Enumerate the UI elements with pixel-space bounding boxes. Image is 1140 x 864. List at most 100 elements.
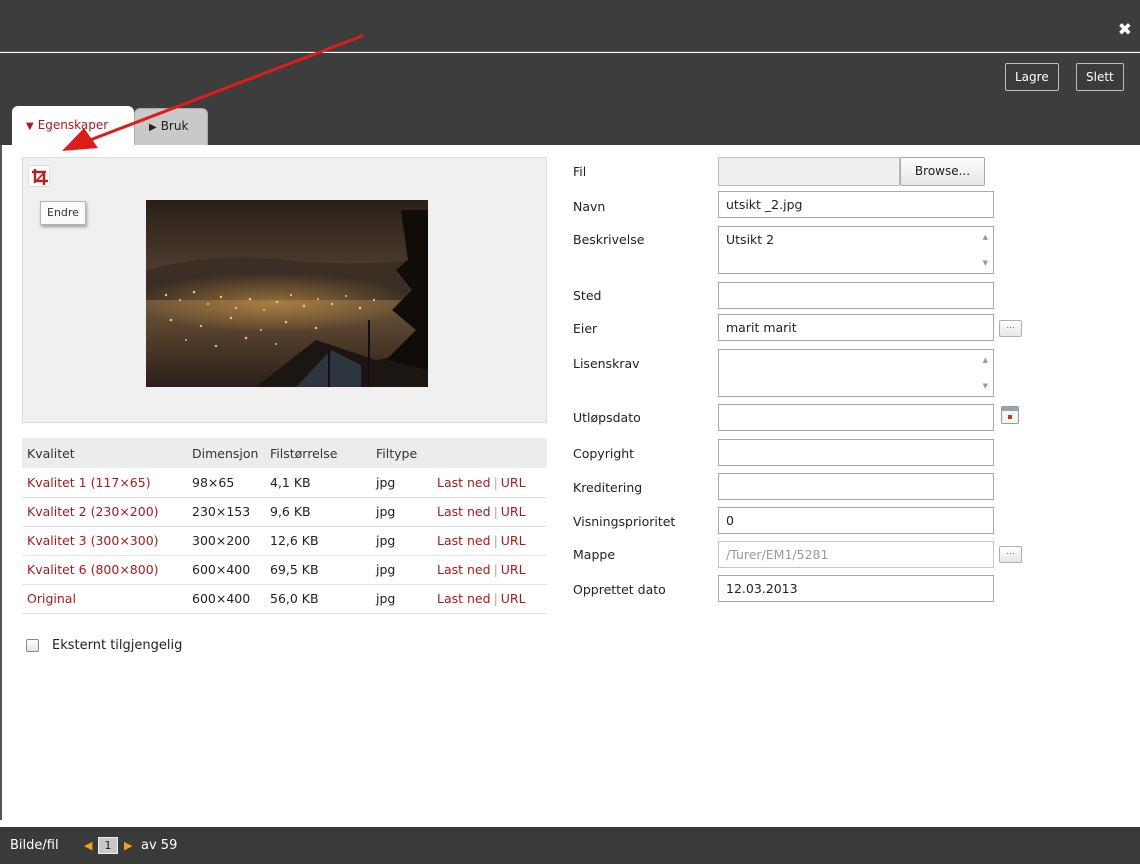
page-number-input[interactable]: 1 xyxy=(98,837,118,854)
quality-link[interactable]: Kvalitet 6 (800×800) xyxy=(27,562,159,577)
beskrivelse-label: Beskrivelse xyxy=(573,232,645,247)
scroll-down-icon[interactable]: ▼ xyxy=(983,259,988,267)
triangle-down-icon: ▼ xyxy=(26,121,34,132)
filesize-cell: 56,0 KB xyxy=(265,584,371,614)
opprettet-input[interactable]: 12.03.2013 xyxy=(718,575,994,602)
download-link[interactable]: Last ned xyxy=(437,475,491,490)
dimension-cell: 600×400 xyxy=(187,584,265,614)
crop-icon[interactable] xyxy=(28,165,50,187)
column-header-dimension: Dimensjon xyxy=(187,438,265,468)
filesize-cell: 69,5 KB xyxy=(265,555,371,585)
tab-bruk[interactable]: ▶ Bruk xyxy=(134,108,208,145)
dimension-cell: 300×200 xyxy=(187,526,265,556)
scroll-down-icon[interactable]: ▼ xyxy=(983,382,988,390)
column-header-filesize: Filstørrelse xyxy=(265,438,371,468)
quality-link[interactable]: Kvalitet 3 (300×300) xyxy=(27,533,159,548)
image-preview-panel: Endre xyxy=(22,157,547,423)
external-access-option[interactable]: Eksternt tilgjengelig xyxy=(26,638,182,653)
mappe-picker-button[interactable]: ... xyxy=(999,546,1022,563)
lisenskrav-textarea[interactable]: ▲ ▼ xyxy=(718,349,994,397)
beskrivelse-textarea[interactable]: Utsikt 2 ▲ ▼ xyxy=(718,226,994,274)
column-header-quality: Kvalitet xyxy=(22,438,187,468)
mappe-input[interactable]: /Turer/EM1/5281 xyxy=(718,541,994,568)
kreditering-input[interactable] xyxy=(718,473,994,500)
filetype-cell: jpg xyxy=(371,497,432,527)
url-link[interactable]: URL xyxy=(501,475,526,490)
link-separator: | xyxy=(493,504,498,519)
prev-page-icon[interactable]: ◀ xyxy=(84,827,92,864)
filetype-cell: jpg xyxy=(371,555,432,585)
dialog-titlebar: ✖ xyxy=(0,0,1140,52)
window-edge xyxy=(0,60,2,820)
download-link[interactable]: Last ned xyxy=(437,591,491,606)
image-thumbnail xyxy=(146,200,428,387)
navn-input[interactable]: utsikt _2.jpg xyxy=(718,191,994,218)
url-link[interactable]: URL xyxy=(501,504,526,519)
link-separator: | xyxy=(493,474,498,490)
opprettet-label: Opprettet dato xyxy=(573,582,666,597)
navn-label: Navn xyxy=(573,199,606,214)
utlopsdato-input[interactable] xyxy=(718,404,994,431)
download-link[interactable]: Last ned xyxy=(437,562,491,577)
link-separator: | xyxy=(493,533,498,548)
visningsprioritet-label: Visningsprioritet xyxy=(573,514,676,529)
mappe-label: Mappe xyxy=(573,547,616,562)
filesize-cell: 9,6 KB xyxy=(265,497,371,527)
quality-link[interactable]: Kvalitet 1 (117×65) xyxy=(27,475,151,490)
dimension-cell: 230×153 xyxy=(187,497,265,527)
browse-button[interactable]: Browse... xyxy=(900,157,985,186)
quality-link[interactable]: Kvalitet 2 (230×200) xyxy=(27,504,159,519)
utlopsdato-label: Utløpsdato xyxy=(573,410,641,425)
beskrivelse-value: Utsikt 2 xyxy=(726,232,775,247)
copyright-input[interactable] xyxy=(718,439,994,466)
download-link[interactable]: Last ned xyxy=(437,533,491,548)
table-row: Kvalitet 3 (300×300) 300×200 12,6 KB jpg… xyxy=(22,526,547,556)
tab-label: Egenskaper xyxy=(37,118,109,132)
visningsprioritet-input[interactable]: 0 xyxy=(718,507,994,534)
url-link[interactable]: URL xyxy=(501,591,526,606)
scroll-up-icon[interactable]: ▲ xyxy=(983,233,988,241)
filesize-cell: 4,1 KB xyxy=(265,468,371,498)
close-icon[interactable]: ✖ xyxy=(1118,22,1132,39)
eier-label: Eier xyxy=(573,321,598,336)
sted-label: Sted xyxy=(573,288,602,303)
table-row: Original 600×400 56,0 KB jpg Last ned | UR… xyxy=(22,584,547,614)
next-page-icon[interactable]: ▶ xyxy=(124,827,132,864)
sted-input[interactable] xyxy=(718,282,994,309)
kreditering-label: Kreditering xyxy=(573,480,643,495)
tab-label: Bruk xyxy=(160,119,189,133)
triangle-right-icon: ▶ xyxy=(149,122,157,133)
pagination-footer: Bilde/fil ◀ 1 ▶ av 59 xyxy=(0,827,1140,864)
eier-input[interactable]: marit marit xyxy=(718,314,994,341)
eier-picker-button[interactable]: ... xyxy=(999,320,1022,337)
external-access-label: Eksternt tilgjengelig xyxy=(52,638,183,653)
tab-egenskaper[interactable]: ▼ Egenskaper xyxy=(12,106,134,145)
scroll-up-icon[interactable]: ▲ xyxy=(983,356,988,364)
table-row: Kvalitet 6 (800×800) 600×400 69,5 KB jpg… xyxy=(22,555,547,585)
table-header-row: Kvalitet Dimensjon Filstørrelse Filtype xyxy=(22,438,547,468)
table-row: Kvalitet 1 (117×65) 98×65 4,1 KB jpg Las… xyxy=(22,468,547,498)
external-access-checkbox[interactable] xyxy=(26,639,39,652)
url-link[interactable]: URL xyxy=(501,533,526,548)
edit-tooltip: Endre xyxy=(40,201,86,225)
dimension-cell: 98×65 xyxy=(187,468,265,498)
quality-table: Kvalitet Dimensjon Filstørrelse Filtype … xyxy=(22,438,547,614)
delete-button[interactable]: Slett xyxy=(1076,63,1124,91)
dimension-cell: 600×400 xyxy=(187,555,265,585)
download-link[interactable]: Last ned xyxy=(437,504,491,519)
column-header-filetype: Filtype xyxy=(371,438,432,468)
footer-label: Bilde/fil xyxy=(10,838,59,853)
quality-link[interactable]: Original xyxy=(27,591,76,606)
filetype-cell: jpg xyxy=(371,584,432,614)
link-separator: | xyxy=(493,591,498,606)
column-header-actions xyxy=(432,438,547,468)
filesize-cell: 12,6 KB xyxy=(265,526,371,556)
url-link[interactable]: URL xyxy=(501,562,526,577)
filetype-cell: jpg xyxy=(371,526,432,556)
table-row: Kvalitet 2 (230×200) 230×153 9,6 KB jpg … xyxy=(22,497,547,527)
save-button[interactable]: Lagre xyxy=(1005,63,1059,91)
file-path-field[interactable] xyxy=(718,157,900,186)
calendar-icon[interactable] xyxy=(1001,406,1019,424)
copyright-label: Copyright xyxy=(573,446,635,461)
lisenskrav-label: Lisenskrav xyxy=(573,356,640,371)
